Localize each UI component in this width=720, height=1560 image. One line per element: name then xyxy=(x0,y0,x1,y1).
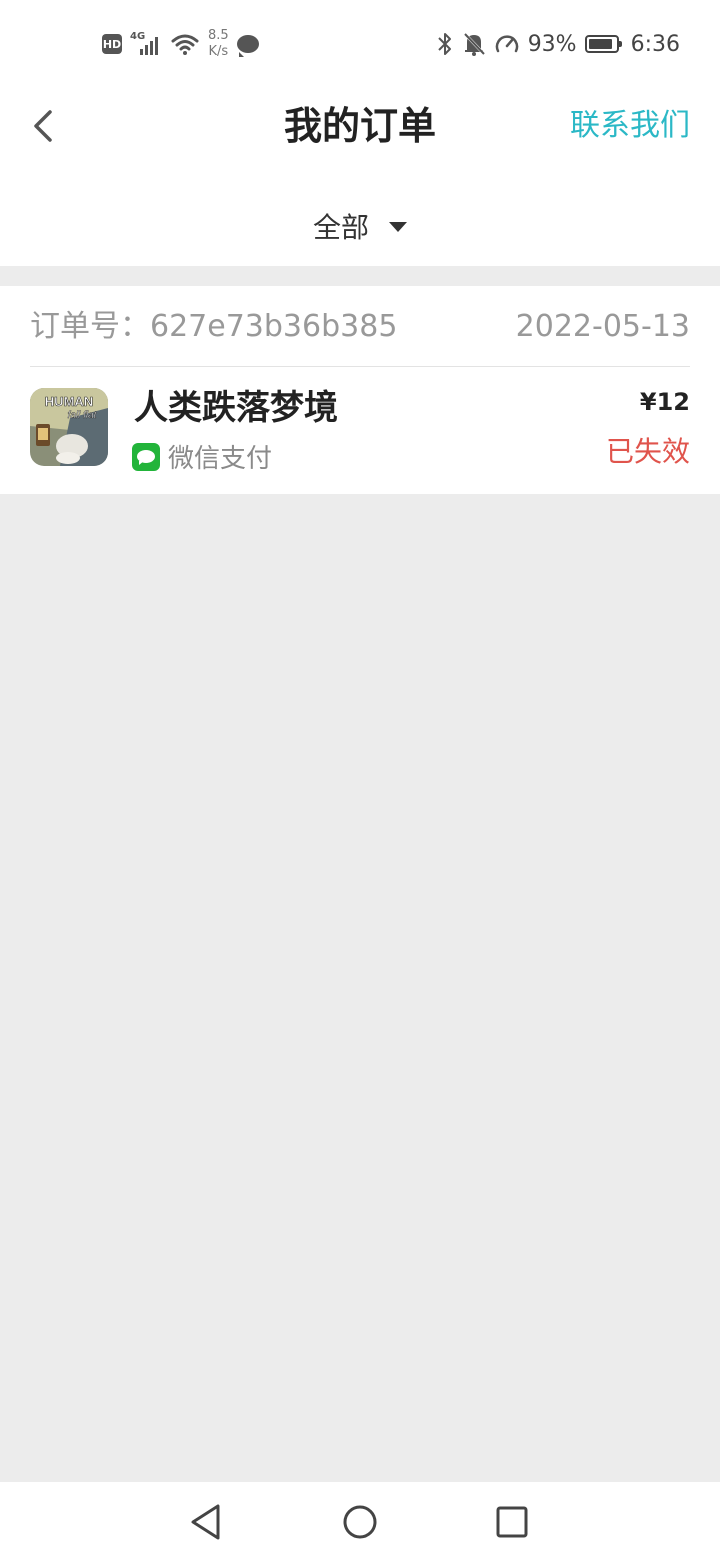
battery-percent: 93% xyxy=(527,31,577,57)
order-status: 已失效 xyxy=(605,435,690,468)
triangle-back-icon xyxy=(191,1504,220,1540)
order-date: 2022-05-13 xyxy=(515,309,690,344)
order-number: 订单号：627e73b36b385 xyxy=(30,309,398,344)
cellular-signal-icon: 4G xyxy=(130,31,162,57)
nav-back-button[interactable] xyxy=(184,1500,228,1544)
game-icon-title: HUMAN xyxy=(45,394,93,409)
bell-muted-icon xyxy=(463,32,485,56)
circle-home-icon xyxy=(343,1505,377,1539)
order-filter-dropdown[interactable]: 全部 xyxy=(0,200,720,252)
clock: 6:36 xyxy=(630,31,680,57)
payment-label: 微信支付 xyxy=(168,444,273,474)
contact-us-link[interactable]: 联系我们 xyxy=(570,104,690,148)
hd-badge: HD xyxy=(102,34,122,54)
order-price: ¥12 xyxy=(639,388,690,416)
filter-label: 全部 xyxy=(312,211,369,244)
divider xyxy=(30,366,690,367)
nav-recents-button[interactable] xyxy=(490,1500,534,1544)
speedometer-icon xyxy=(495,35,518,53)
order-card[interactable]: 订单号：627e73b36b385 2022-05-13 HUMAN fall … xyxy=(0,286,720,494)
game-name: 人类跌落梦境 xyxy=(134,388,338,428)
nav-home-button[interactable] xyxy=(338,1500,382,1544)
chevron-left-icon xyxy=(34,110,52,142)
speed-value: 8.5 xyxy=(208,28,229,43)
battery-fill xyxy=(588,39,613,49)
square-recents-icon xyxy=(496,1506,528,1538)
payment-method: 微信支付 xyxy=(132,438,272,475)
game-icon: HUMAN fall flat xyxy=(30,388,108,466)
status-bar: HD 4G 8.5 K/s 93% 6:36 xyxy=(0,0,720,84)
wechat-pay-icon xyxy=(132,442,160,471)
message-notification-icon xyxy=(236,35,259,57)
status-left: HD 4G 8.5 K/s xyxy=(102,24,259,64)
caret-down-icon xyxy=(389,222,407,232)
wifi-icon xyxy=(171,34,199,55)
speed-unit: K/s xyxy=(208,44,229,59)
battery-icon xyxy=(584,35,622,53)
network-speed: 8.5 K/s xyxy=(208,28,229,60)
system-nav-bar xyxy=(0,1482,720,1560)
game-icon-subtitle: fall flat xyxy=(68,410,98,421)
back-button[interactable] xyxy=(22,100,70,152)
bluetooth-icon xyxy=(437,33,451,55)
status-right: 93% 6:36 xyxy=(436,24,680,64)
